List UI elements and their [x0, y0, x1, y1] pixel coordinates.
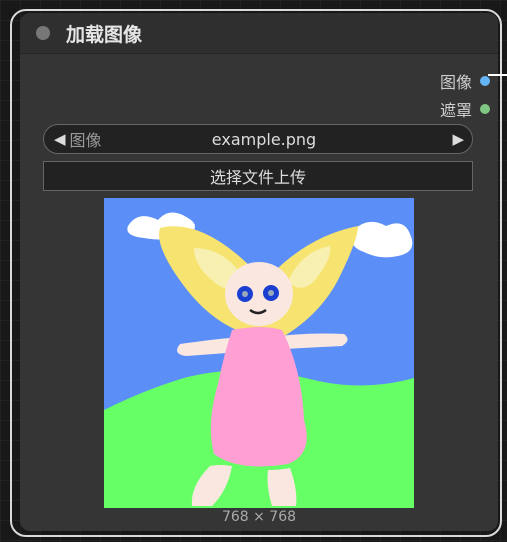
image-combo-widget[interactable]: ◀ 图像 example.png ▶: [43, 124, 473, 154]
node-title: 加载图像: [66, 23, 143, 46]
combo-prev-arrow-icon[interactable]: ◀: [54, 130, 66, 148]
output-slot-mask[interactable]: 遮罩: [440, 95, 490, 123]
combo-next-arrow-icon[interactable]: ▶: [452, 130, 464, 148]
output-label-mask: 遮罩: [439, 101, 472, 120]
collapse-toggle[interactable]: [36, 26, 50, 40]
node-header[interactable]: 加载图像: [20, 13, 498, 54]
output-link-wire: [488, 74, 507, 76]
output-label-image: 图像: [439, 73, 472, 92]
output-connector-mask-icon[interactable]: [480, 104, 490, 114]
output-slot-image[interactable]: 图像: [440, 67, 490, 95]
combo-label: 图像: [69, 131, 102, 150]
output-connector-image-icon[interactable]: [480, 76, 490, 86]
preview-drawing: [104, 198, 414, 508]
output-slots: 图像 遮罩: [440, 67, 490, 123]
combo-value[interactable]: example.png: [212, 130, 316, 149]
load-image-node[interactable]: 加载图像 图像 遮罩 ◀ 图像 example.png ▶ 选择文件上传 768…: [20, 13, 498, 531]
upload-button[interactable]: 选择文件上传: [43, 161, 473, 191]
image-preview: [104, 198, 414, 508]
image-size-label: 768 × 768: [221, 509, 297, 525]
